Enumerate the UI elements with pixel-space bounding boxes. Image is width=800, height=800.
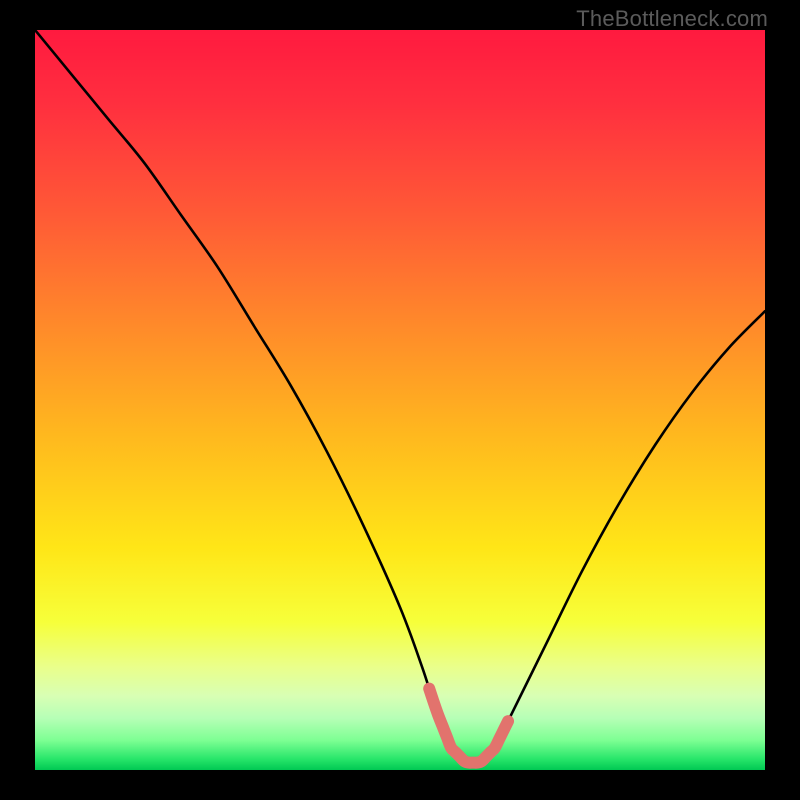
curve-layer: [35, 30, 765, 770]
watermark-text: TheBottleneck.com: [576, 6, 768, 32]
chart-frame: TheBottleneck.com: [0, 0, 800, 800]
plot-area: [35, 30, 765, 770]
bottleneck-curve: [35, 30, 765, 764]
bottleneck-curve-highlight: [429, 689, 508, 763]
